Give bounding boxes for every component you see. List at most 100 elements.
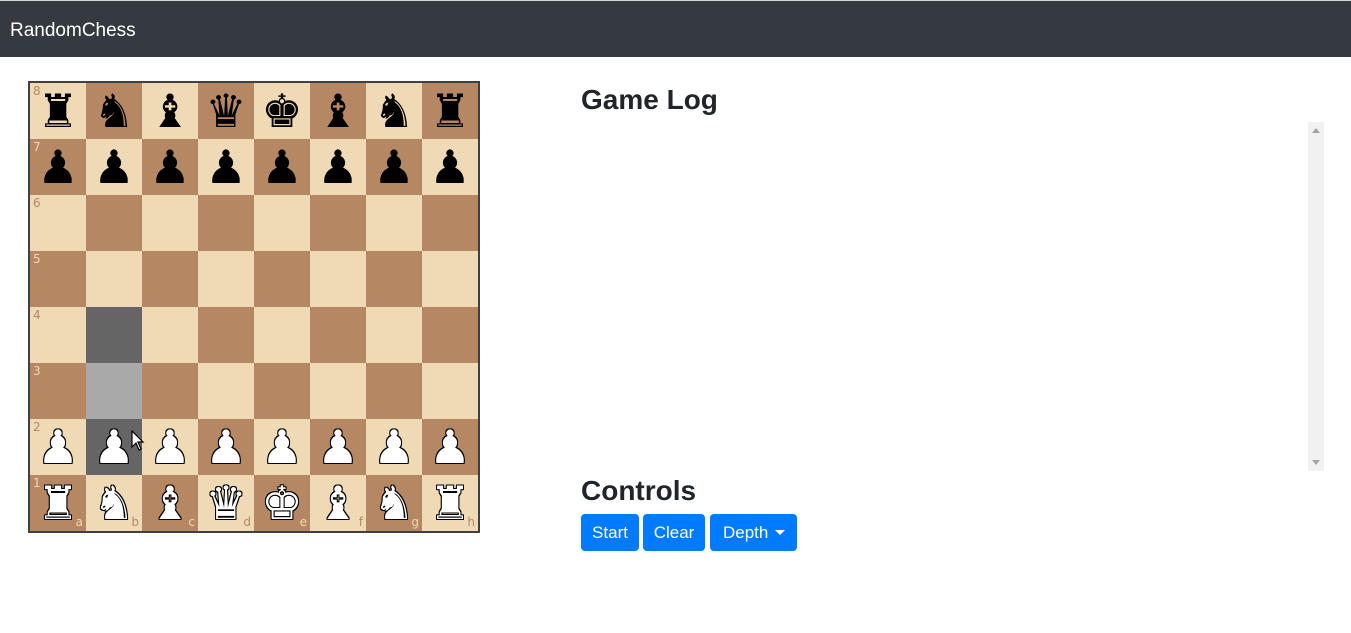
square-f6[interactable]: [310, 195, 366, 251]
square-a5[interactable]: 5: [30, 251, 86, 307]
white-king-icon[interactable]: ♚: [254, 475, 310, 531]
black-pawn-icon[interactable]: ♟: [198, 139, 254, 195]
black-pawn-icon[interactable]: ♟: [310, 139, 366, 195]
square-a4[interactable]: 4: [30, 307, 86, 363]
square-a3[interactable]: 3: [30, 363, 86, 419]
white-pawn-icon[interactable]: ♟: [366, 419, 422, 475]
black-pawn-icon[interactable]: ♟: [86, 139, 142, 195]
square-f2[interactable]: ♟: [310, 419, 366, 475]
square-a7[interactable]: 7 ♟: [30, 139, 86, 195]
square-c4[interactable]: [142, 307, 198, 363]
square-f1[interactable]: f ♝: [310, 475, 366, 531]
square-a6[interactable]: 6: [30, 195, 86, 251]
square-d2[interactable]: ♟: [198, 419, 254, 475]
square-a2[interactable]: 2 ♟: [30, 419, 86, 475]
square-e5[interactable]: [254, 251, 310, 307]
square-c5[interactable]: [142, 251, 198, 307]
square-h1[interactable]: h ♜: [422, 475, 478, 531]
white-queen-icon[interactable]: ♛: [198, 475, 254, 531]
square-b6[interactable]: [86, 195, 142, 251]
white-bishop-icon[interactable]: ♝: [310, 475, 366, 531]
square-f4[interactable]: [310, 307, 366, 363]
black-rook-icon[interactable]: ♜: [30, 83, 86, 139]
square-b1[interactable]: b ♞: [86, 475, 142, 531]
square-h3[interactable]: [422, 363, 478, 419]
square-e8[interactable]: ♚: [254, 83, 310, 139]
square-c3[interactable]: [142, 363, 198, 419]
square-b5[interactable]: [86, 251, 142, 307]
white-pawn-icon[interactable]: ♟: [142, 419, 198, 475]
square-f3[interactable]: [310, 363, 366, 419]
white-knight-icon[interactable]: ♞: [366, 475, 422, 531]
square-f5[interactable]: [310, 251, 366, 307]
square-d7[interactable]: ♟: [198, 139, 254, 195]
white-rook-icon[interactable]: ♜: [422, 475, 478, 531]
square-g2[interactable]: ♟: [366, 419, 422, 475]
square-b3[interactable]: [86, 363, 142, 419]
black-pawn-icon[interactable]: ♟: [30, 139, 86, 195]
square-h8[interactable]: ♜: [422, 83, 478, 139]
square-e4[interactable]: [254, 307, 310, 363]
square-h7[interactable]: ♟: [422, 139, 478, 195]
chess-board[interactable]: 8 ♜ ♞ ♝ ♛ ♚ ♝ ♞ ♜ 7 ♟ ♟ ♟ ♟ ♟ ♟ ♟ ♟ 6 5 4 3 2 ♟ ♟ ♟ ♟ ♟ ♟ ♟ ♟ 1 a ♜ b ♞ c ♝ d ♛…: [28, 81, 480, 533]
square-g3[interactable]: [366, 363, 422, 419]
white-rook-icon[interactable]: ♜: [30, 475, 86, 531]
scroll-down-arrow-icon[interactable]: [1312, 460, 1320, 465]
square-d3[interactable]: [198, 363, 254, 419]
black-knight-icon[interactable]: ♞: [86, 83, 142, 139]
black-bishop-icon[interactable]: ♝: [142, 83, 198, 139]
square-b4[interactable]: [86, 307, 142, 363]
square-g6[interactable]: [366, 195, 422, 251]
square-d8[interactable]: ♛: [198, 83, 254, 139]
white-pawn-icon[interactable]: ♟: [198, 419, 254, 475]
square-g8[interactable]: ♞: [366, 83, 422, 139]
square-c6[interactable]: [142, 195, 198, 251]
square-d1[interactable]: d ♛: [198, 475, 254, 531]
square-f7[interactable]: ♟: [310, 139, 366, 195]
depth-dropdown-button[interactable]: Depth: [710, 514, 797, 551]
black-pawn-icon[interactable]: ♟: [142, 139, 198, 195]
brand-title[interactable]: RandomChess: [10, 19, 136, 43]
square-f8[interactable]: ♝: [310, 83, 366, 139]
start-button[interactable]: Start: [581, 514, 639, 551]
square-b7[interactable]: ♟: [86, 139, 142, 195]
square-g7[interactable]: ♟: [366, 139, 422, 195]
square-e3[interactable]: [254, 363, 310, 419]
square-h2[interactable]: ♟: [422, 419, 478, 475]
square-g4[interactable]: [366, 307, 422, 363]
square-h6[interactable]: [422, 195, 478, 251]
square-a1[interactable]: 1 a ♜: [30, 475, 86, 531]
black-pawn-icon[interactable]: ♟: [366, 139, 422, 195]
square-e1[interactable]: e ♚: [254, 475, 310, 531]
square-a8[interactable]: 8 ♜: [30, 83, 86, 139]
square-c8[interactable]: ♝: [142, 83, 198, 139]
black-knight-icon[interactable]: ♞: [366, 83, 422, 139]
black-pawn-icon[interactable]: ♟: [422, 139, 478, 195]
square-b8[interactable]: ♞: [86, 83, 142, 139]
square-c7[interactable]: ♟: [142, 139, 198, 195]
square-d4[interactable]: [198, 307, 254, 363]
square-e6[interactable]: [254, 195, 310, 251]
black-rook-icon[interactable]: ♜: [422, 83, 478, 139]
white-pawn-icon[interactable]: ♟: [254, 419, 310, 475]
white-knight-icon[interactable]: ♞: [86, 475, 142, 531]
black-king-icon[interactable]: ♚: [254, 83, 310, 139]
game-log-panel[interactable]: [581, 122, 1324, 471]
white-pawn-icon[interactable]: ♟: [422, 419, 478, 475]
white-pawn-icon[interactable]: ♟: [30, 419, 86, 475]
clear-button[interactable]: Clear: [643, 514, 705, 551]
black-queen-icon[interactable]: ♛: [198, 83, 254, 139]
square-d5[interactable]: [198, 251, 254, 307]
game-log-scrollbar[interactable]: [1308, 122, 1324, 471]
black-pawn-icon[interactable]: ♟: [254, 139, 310, 195]
square-g1[interactable]: g ♞: [366, 475, 422, 531]
black-bishop-icon[interactable]: ♝: [310, 83, 366, 139]
square-e7[interactable]: ♟: [254, 139, 310, 195]
square-d6[interactable]: [198, 195, 254, 251]
square-e2[interactable]: ♟: [254, 419, 310, 475]
white-pawn-icon[interactable]: ♟: [310, 419, 366, 475]
scroll-up-arrow-icon[interactable]: [1312, 128, 1320, 133]
square-c1[interactable]: c ♝: [142, 475, 198, 531]
square-g5[interactable]: [366, 251, 422, 307]
white-bishop-icon[interactable]: ♝: [142, 475, 198, 531]
